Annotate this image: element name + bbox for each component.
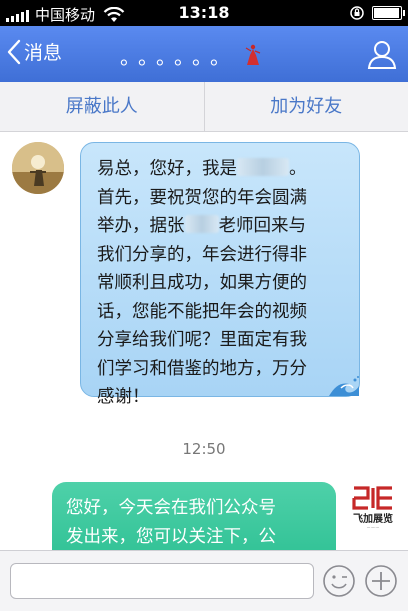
input-bar [0, 550, 408, 611]
block-user-button[interactable]: 屏蔽此人 [0, 82, 204, 131]
sender-logo-avatar[interactable]: 飞加展览 ·········· [344, 484, 402, 530]
status-time: 13:18 [178, 3, 230, 22]
wave-decoration-icon [329, 376, 359, 396]
redacted-name [184, 215, 219, 233]
incoming-message-bubble[interactable]: 易总，您好，我是。 首先，要祝贺您的年会圆满 举办，据张 老师回来与 我们分享的，… [80, 142, 360, 407]
plus-icon[interactable] [364, 564, 398, 598]
message-line: 首先，要祝贺您的年会圆满 [97, 187, 307, 208]
chat-title: 。。。。。。 [120, 40, 290, 70]
chat-area[interactable]: 易总，您好，我是。 首先，要祝贺您的年会圆满 举办，据张 老师回来与 我们分享的，… [0, 132, 408, 550]
message-timestamp: 12:50 [182, 440, 226, 458]
message-line: 易总，您好，我是。 [97, 158, 307, 179]
status-right [350, 5, 405, 21]
outgoing-message-bubble[interactable]: 您好，今天会在我们公众号 发出来，您可以关注下，公 [52, 482, 336, 550]
avatar-image [12, 142, 64, 194]
profile-icon[interactable] [366, 38, 398, 70]
add-friend-button[interactable]: 加为好友 [205, 82, 408, 131]
message-line: 话，您能不能把年会的视频 [97, 301, 307, 322]
message-line: 您好，今天会在我们公众号 [66, 498, 276, 518]
battery-fill [374, 8, 399, 18]
battery-icon [372, 6, 405, 20]
message-line: 我们分享的，年会进行得非 [97, 244, 307, 265]
status-bar: 中国移动 13:18 [0, 0, 408, 26]
action-row: 屏蔽此人 加为好友 [0, 82, 408, 132]
logo-text: 飞加展览 [353, 512, 393, 525]
back-button[interactable]: 消息 [6, 38, 62, 65]
nav-bar: 消息 。。。。。。 [0, 26, 408, 82]
message-input[interactable] [10, 563, 314, 599]
message-line: 们学习和借鉴的地方，万分 [97, 358, 307, 379]
message-line: 分享给我们呢？里面定有我 [97, 330, 307, 350]
contact-avatar[interactable] [12, 142, 64, 194]
title-dots: 。。。。。。 [120, 44, 238, 69]
message-line: 感谢！ [97, 387, 150, 407]
message-line: 发出来，您可以关注下，公 [66, 526, 276, 547]
svg-text:··········: ·········· [367, 525, 380, 530]
redacted-name [237, 158, 289, 176]
message-line: 常顺利且成功，如果方便的 [97, 273, 307, 293]
dancer-icon [245, 44, 261, 65]
emoji-icon[interactable] [322, 564, 356, 598]
chevron-left-icon [7, 39, 21, 64]
back-label: 消息 [24, 42, 63, 64]
message-line: 举办，据张 老师回来与 [97, 215, 306, 236]
rotation-lock-icon [350, 6, 364, 20]
